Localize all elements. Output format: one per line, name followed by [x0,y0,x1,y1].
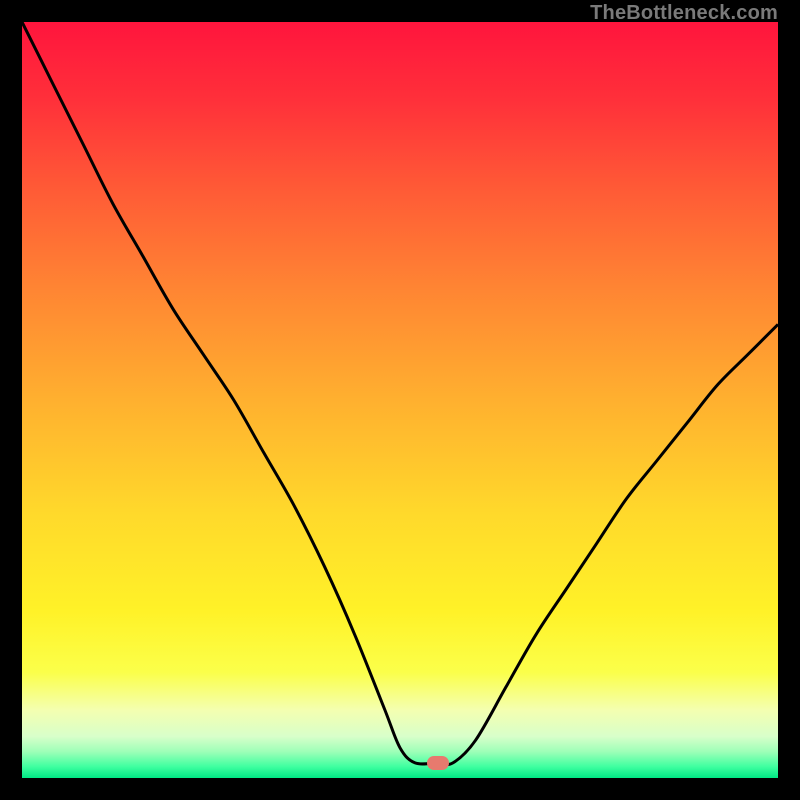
optimal-marker [427,756,449,770]
watermark-text: TheBottleneck.com [590,2,778,25]
bottleneck-curve [22,22,778,778]
curve-path [22,22,778,765]
plot-area [22,22,778,778]
chart-frame: TheBottleneck.com [0,0,800,800]
